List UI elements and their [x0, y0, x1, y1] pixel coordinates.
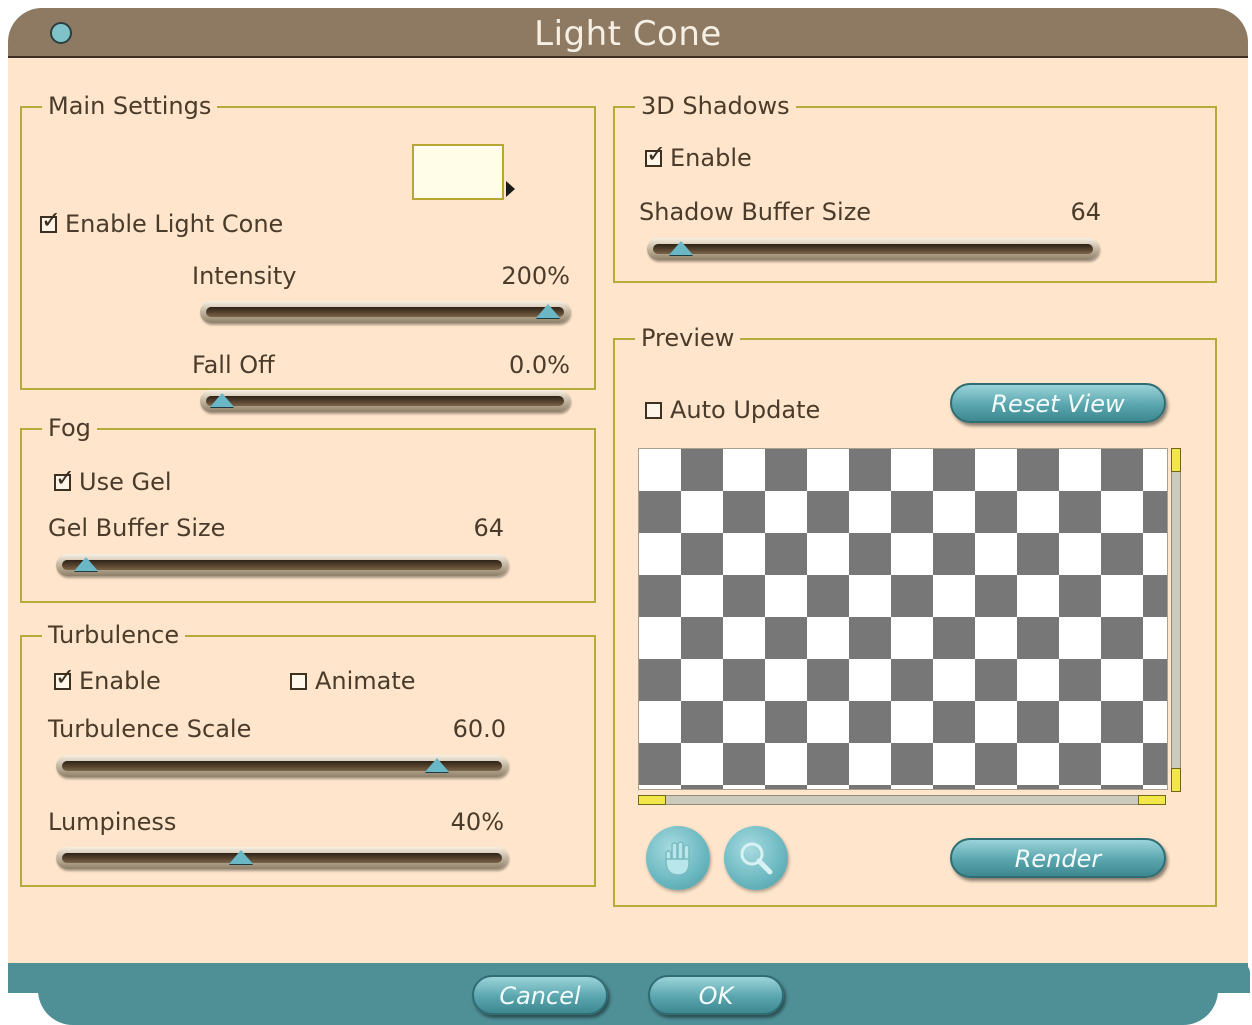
- checkbox-icon: [645, 401, 662, 419]
- turbulence-enable-checkbox[interactable]: ✓ Enable: [54, 662, 161, 695]
- animate-label: Animate: [315, 667, 416, 695]
- turbulence-group: Turbulence ✓ Enable Animate Turbulence S…: [20, 621, 596, 887]
- gel-buffer-size-label: Gel Buffer Size: [48, 514, 226, 542]
- gel-buffer-size-slider-thumb[interactable]: [74, 557, 99, 571]
- shadows-group: 3D Shadows ✓ Enable Shadow Buffer Size 6…: [613, 92, 1217, 283]
- fog-title: Fog: [42, 414, 97, 442]
- cancel-button[interactable]: Cancel: [472, 975, 608, 1015]
- scroll-up-cap[interactable]: [1171, 448, 1181, 472]
- shadow-buffer-size-slider[interactable]: [647, 238, 1099, 260]
- turbulence-scale-slider[interactable]: [56, 755, 508, 777]
- shadow-buffer-size-label: Shadow Buffer Size: [639, 198, 872, 226]
- magnifier-icon: [740, 842, 773, 875]
- hand-tool-button[interactable]: [646, 826, 710, 890]
- fall-off-slider-thumb[interactable]: [210, 393, 234, 407]
- checkbox-icon: ✓: [54, 662, 76, 691]
- intensity-value: 200%: [501, 262, 570, 290]
- auto-update-checkbox[interactable]: Auto Update: [645, 396, 820, 424]
- enable-light-cone-label: Enable Light Cone: [65, 210, 284, 238]
- footer-bar: [8, 963, 1248, 993]
- footer-corner: [1230, 963, 1250, 993]
- animate-checkbox[interactable]: Animate: [290, 667, 416, 695]
- preview-canvas[interactable]: [638, 448, 1168, 790]
- intensity-slider-thumb[interactable]: [536, 304, 560, 318]
- gel-buffer-size-value: 64: [473, 514, 504, 542]
- enable-light-cone-checkbox[interactable]: ✓ Enable Light Cone: [40, 205, 284, 238]
- preview-horizontal-scrollbar[interactable]: [638, 795, 1166, 805]
- shadows-enable-label: Enable: [670, 144, 752, 172]
- footer-curve: [38, 990, 1218, 1025]
- lumpiness-slider[interactable]: [56, 847, 508, 869]
- turbulence-scale-slider-thumb[interactable]: [425, 758, 450, 772]
- title-bar: Light Cone: [8, 8, 1248, 58]
- lumpiness-slider-thumb[interactable]: [229, 850, 254, 864]
- zoom-tool-button[interactable]: [724, 826, 788, 890]
- fall-off-label: Fall Off: [192, 351, 275, 379]
- turbulence-title: Turbulence: [42, 621, 186, 649]
- ok-button[interactable]: OK: [648, 975, 784, 1015]
- turbulence-scale-label: Turbulence Scale: [48, 715, 252, 743]
- fall-off-slider[interactable]: [200, 390, 570, 412]
- main-settings-group: Main Settings ✓ Enable Light Cone Intens…: [20, 92, 596, 412]
- fog-group: Fog ✓ Use Gel Gel Buffer Size 64: [20, 414, 596, 603]
- window-title: Light Cone: [534, 14, 722, 54]
- use-gel-label: Use Gel: [79, 468, 172, 496]
- auto-update-label: Auto Update: [670, 396, 821, 424]
- dialog-body: Main Settings ✓ Enable Light Cone Intens…: [8, 58, 1248, 963]
- preview-title: Preview: [635, 324, 741, 352]
- swatch-menu-arrow-icon[interactable]: [506, 181, 515, 197]
- intensity-slider[interactable]: [200, 301, 570, 323]
- shadows-enable-checkbox[interactable]: ✓ Enable: [645, 139, 752, 172]
- gel-buffer-size-slider[interactable]: [56, 554, 508, 576]
- main-settings-title: Main Settings: [42, 92, 218, 120]
- preview-vertical-scrollbar[interactable]: [1171, 448, 1181, 792]
- scroll-left-cap[interactable]: [638, 795, 666, 805]
- checkbox-icon: ✓: [54, 463, 76, 492]
- use-gel-checkbox[interactable]: ✓ Use Gel: [54, 463, 172, 496]
- lumpiness-value: 40%: [450, 808, 504, 836]
- checkbox-icon: ✓: [645, 139, 667, 168]
- turbulence-enable-label: Enable: [79, 667, 161, 695]
- lumpiness-label: Lumpiness: [48, 808, 177, 836]
- turbulence-scale-value: 60.0: [452, 715, 506, 743]
- shadow-buffer-size-value: 64: [1070, 198, 1101, 226]
- checkbox-icon: ✓: [40, 205, 62, 234]
- shadow-buffer-size-slider-thumb[interactable]: [669, 241, 694, 255]
- reset-view-button[interactable]: Reset View: [950, 383, 1166, 423]
- hand-icon: [665, 841, 690, 876]
- scroll-right-cap[interactable]: [1138, 795, 1166, 805]
- render-button[interactable]: Render: [950, 838, 1166, 878]
- light-color-swatch[interactable]: [412, 144, 504, 200]
- intensity-label: Intensity: [192, 262, 297, 290]
- fall-off-value: 0.0%: [509, 351, 570, 379]
- scroll-down-cap[interactable]: [1171, 768, 1181, 792]
- shadows-title: 3D Shadows: [635, 92, 796, 120]
- checkbox-icon: [290, 672, 307, 690]
